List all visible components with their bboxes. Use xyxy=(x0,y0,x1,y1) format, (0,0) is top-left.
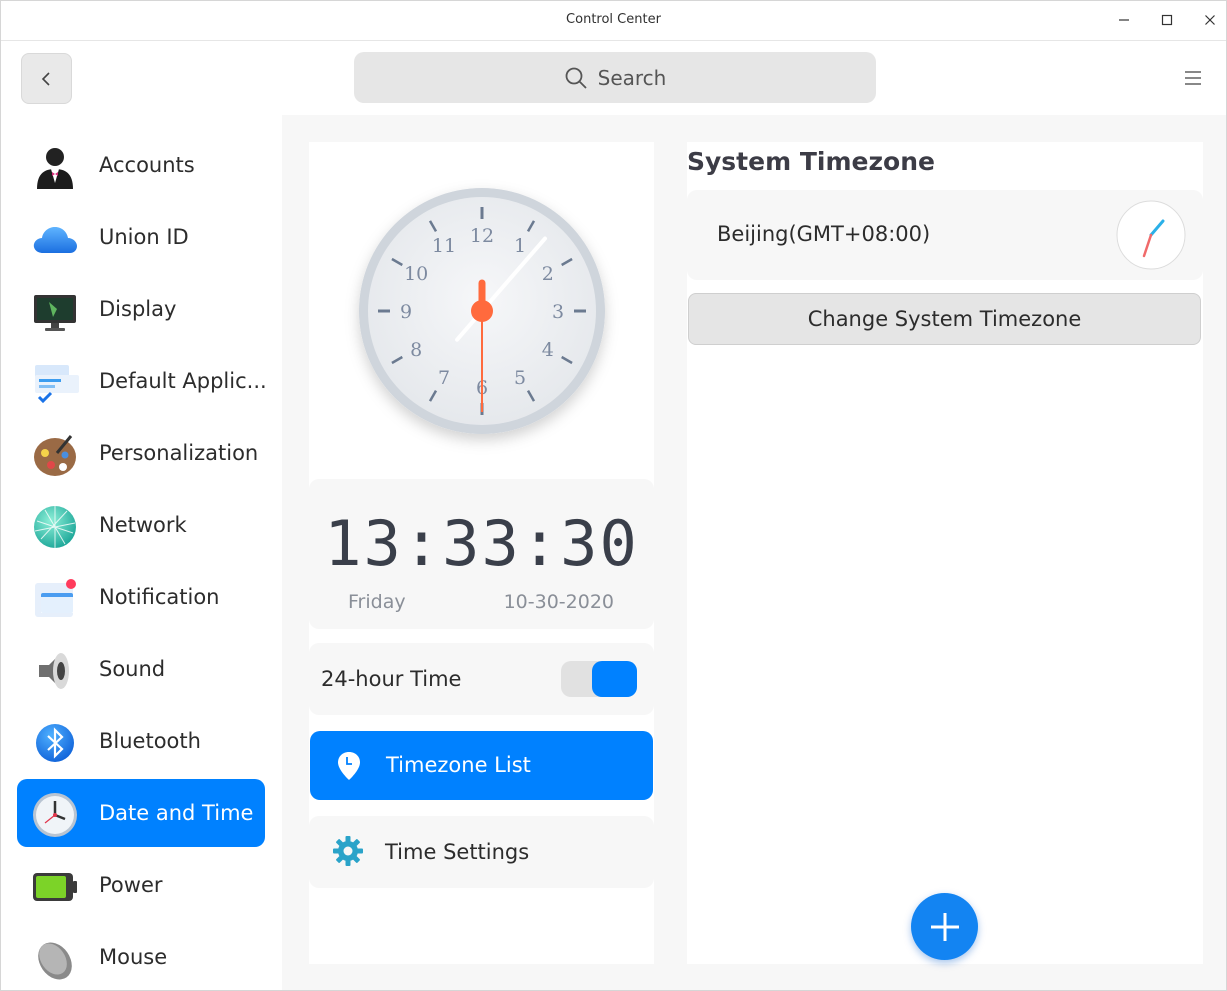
control-center-window: Control Center Search Accounts Union ID … xyxy=(0,0,1227,991)
time-settings-label: Time Settings xyxy=(385,840,530,864)
main-menu-button[interactable] xyxy=(1179,67,1207,89)
sidebar-item-sound[interactable]: Sound xyxy=(17,635,265,703)
minimize-icon xyxy=(1119,19,1129,21)
plus-icon xyxy=(930,912,959,941)
speaker-icon xyxy=(39,653,69,689)
sidebar-item-label: Notification xyxy=(99,585,220,609)
timezone-panel: System Timezone Beijing(GMT+08:00) Chang… xyxy=(687,142,1203,964)
clock-numeral: 11 xyxy=(432,235,456,257)
hour-format-toggle[interactable] xyxy=(561,661,637,697)
system-timezone-card: Beijing(GMT+08:00) xyxy=(687,190,1203,280)
digital-clock: 13:33:30 Friday 10-30-2020 xyxy=(309,479,654,629)
timezone-list-button[interactable]: Timezone List xyxy=(310,731,653,800)
location-pin-icon xyxy=(338,752,360,780)
sidebar-item-mouse[interactable]: Mouse xyxy=(17,923,265,990)
sidebar-item-label: Bluetooth xyxy=(99,729,201,753)
title-bar: Control Center xyxy=(1,1,1226,41)
clock-numeral: 3 xyxy=(552,301,564,323)
header-toolbar: Search xyxy=(1,41,1226,115)
hour-format-row: 24-hour Time xyxy=(309,643,654,715)
sidebar-item-default-applications[interactable]: Default Applic... xyxy=(17,347,267,415)
clock-numeral: 12 xyxy=(470,225,494,247)
chevron-left-icon xyxy=(41,71,50,86)
display-icon xyxy=(34,295,76,331)
clock-numeral: 8 xyxy=(410,339,422,361)
maximize-icon xyxy=(1161,14,1173,26)
close-button[interactable] xyxy=(1197,9,1223,31)
maximize-button[interactable] xyxy=(1154,9,1180,31)
sidebar-item-label: Power xyxy=(99,873,163,897)
change-timezone-button[interactable]: Change System Timezone xyxy=(688,293,1201,345)
sidebar-item-union-id[interactable]: Union ID xyxy=(17,203,265,271)
sidebar-item-personalization[interactable]: Personalization xyxy=(17,419,265,487)
sidebar-item-label: Date and Time xyxy=(99,801,254,825)
mini-clock-icon xyxy=(1116,200,1186,270)
cloud-icon xyxy=(33,227,77,253)
clock-numeral: 2 xyxy=(542,263,554,285)
date-time-panel: 121234567891011 13:33:30 Friday 10-30-20… xyxy=(309,142,654,964)
palette-icon xyxy=(34,435,76,476)
sidebar-item-label: Display xyxy=(99,297,177,321)
timezone-name: Beijing(GMT+08:00) xyxy=(717,222,931,246)
minimize-button[interactable] xyxy=(1111,9,1137,31)
sidebar-item-bluetooth[interactable]: Bluetooth xyxy=(17,707,265,775)
sidebar-item-date-and-time[interactable]: Date and Time xyxy=(17,779,265,847)
sidebar-item-label: Sound xyxy=(99,657,166,681)
sidebar-item-label: Union ID xyxy=(99,225,189,249)
time-settings-button[interactable]: Time Settings xyxy=(309,816,654,888)
clock-numeral: 1 xyxy=(514,235,526,257)
sidebar: Accounts Union ID Display Default Applic… xyxy=(1,115,282,990)
hamburger-menu-icon xyxy=(1185,71,1201,85)
window-title: Control Center xyxy=(566,12,661,27)
default-apps-icon xyxy=(35,365,79,404)
weekday-label: Friday xyxy=(348,591,406,613)
timezone-list-label: Timezone List xyxy=(386,753,531,777)
battery-icon xyxy=(33,873,77,901)
network-icon xyxy=(34,506,76,548)
notification-icon xyxy=(35,579,76,617)
sidebar-item-label: Default Applic... xyxy=(99,369,267,393)
clock-numeral: 4 xyxy=(542,339,554,361)
analog-clock-face: 121234567891011 xyxy=(359,188,605,434)
search-placeholder: Search xyxy=(597,65,667,90)
search-input[interactable]: Search xyxy=(354,52,876,103)
change-timezone-label: Change System Timezone xyxy=(807,307,1082,331)
accounts-icon xyxy=(37,148,73,189)
mouse-icon xyxy=(38,942,72,980)
clock-numeral: 9 xyxy=(400,301,412,323)
bluetooth-icon xyxy=(36,724,74,762)
clock-icon xyxy=(33,793,77,837)
digital-time: 13:33:30 xyxy=(324,507,639,580)
date-label: 10-30-2020 xyxy=(503,591,614,613)
add-timezone-button[interactable] xyxy=(911,893,978,960)
toggle-knob xyxy=(592,661,637,697)
analog-clock: 121234567891011 xyxy=(309,142,654,478)
sidebar-item-accounts[interactable]: Accounts xyxy=(17,131,265,199)
search-icon xyxy=(565,67,587,89)
sidebar-item-display[interactable]: Display xyxy=(17,275,265,343)
section-title: System Timezone xyxy=(687,147,935,176)
back-button[interactable] xyxy=(21,53,72,104)
close-icon xyxy=(1205,15,1215,25)
sidebar-item-label: Network xyxy=(99,513,187,537)
clock-numeral: 5 xyxy=(514,367,526,389)
gear-icon xyxy=(333,836,363,866)
sidebar-item-label: Accounts xyxy=(99,153,195,177)
hour-format-label: 24-hour Time xyxy=(321,667,462,691)
sidebar-item-label: Mouse xyxy=(99,945,168,969)
sidebar-item-network[interactable]: Network xyxy=(17,491,265,559)
sidebar-item-notification[interactable]: Notification xyxy=(17,563,265,631)
sidebar-item-power[interactable]: Power xyxy=(17,851,265,919)
clock-numeral: 7 xyxy=(438,367,450,389)
sidebar-item-label: Personalization xyxy=(99,441,259,465)
clock-numeral: 10 xyxy=(404,263,428,285)
